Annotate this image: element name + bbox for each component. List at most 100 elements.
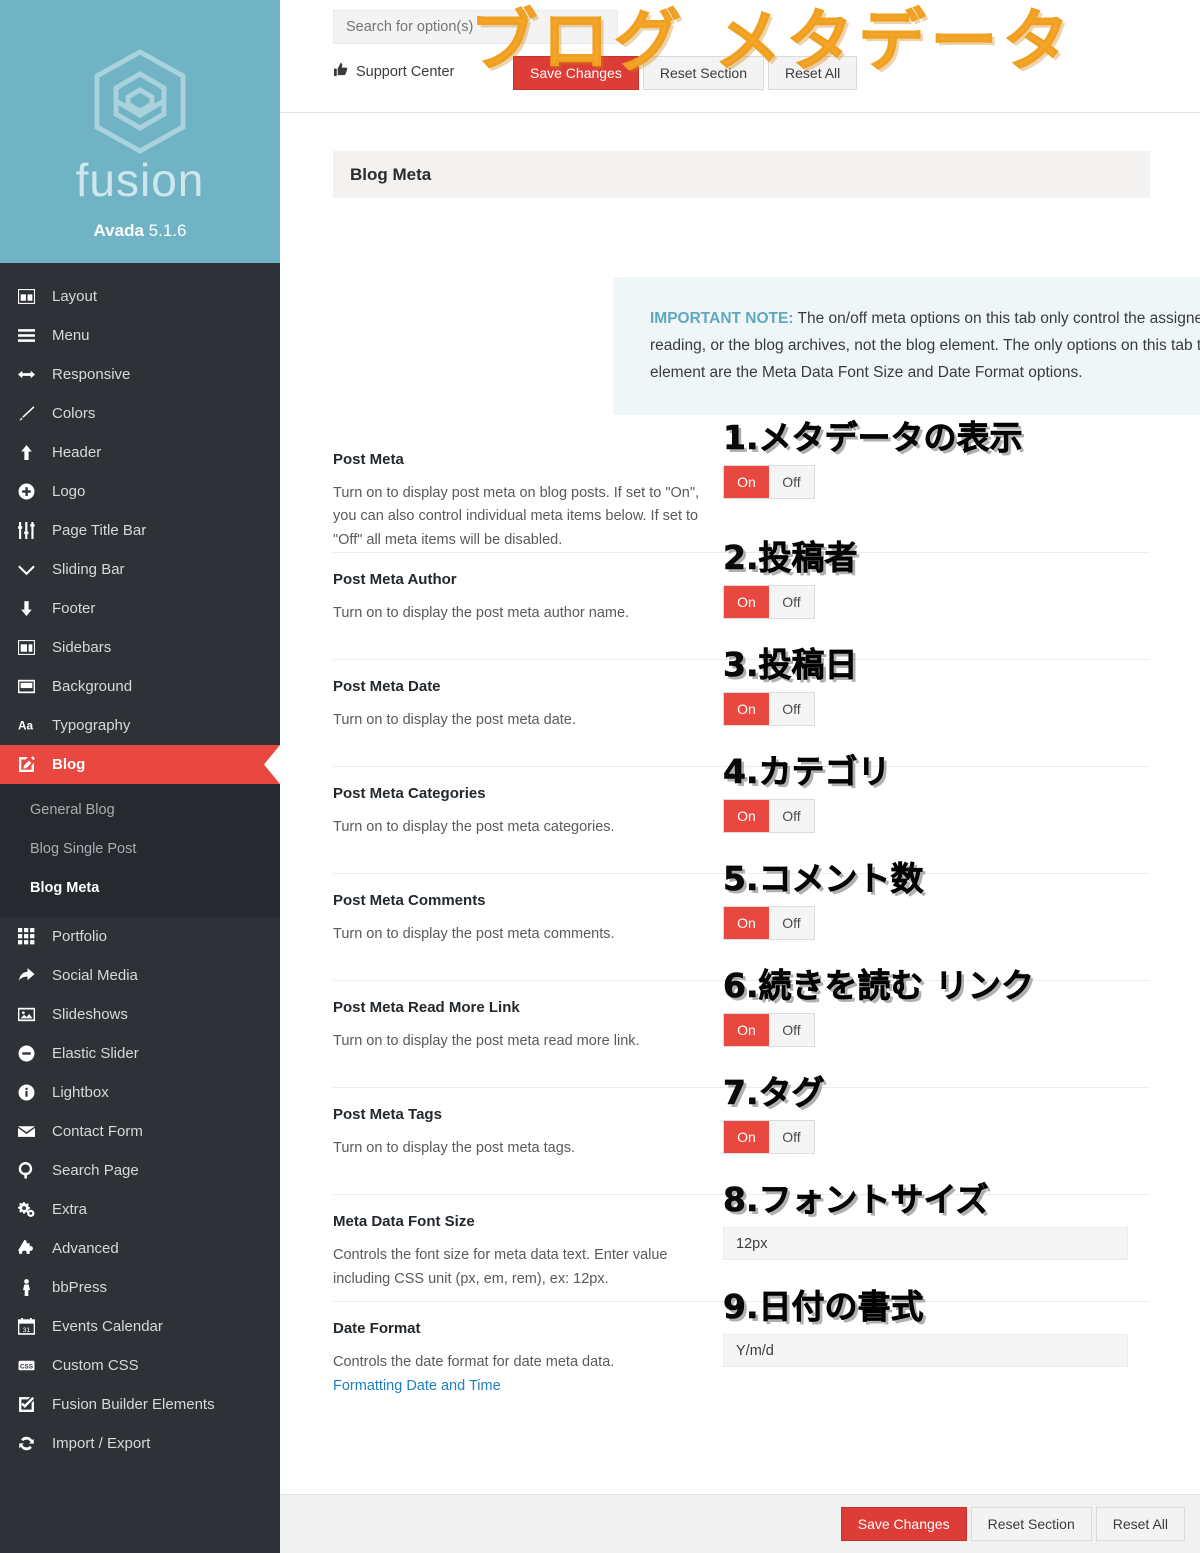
toggle-on-option[interactable]: On <box>724 586 769 619</box>
toggle-on-option[interactable]: On <box>724 1014 769 1047</box>
footer-save-changes-button[interactable]: Save Changes <box>840 1507 967 1541</box>
toggle-on-option[interactable]: On <box>724 693 769 726</box>
sidebar-item-layout[interactable]: Layout <box>0 277 280 316</box>
save-changes-button[interactable]: Save Changes <box>513 56 639 90</box>
sidebar-item-footer[interactable]: Footer <box>0 589 280 628</box>
sidebar-item-sliding-bar[interactable]: Sliding Bar <box>0 550 280 589</box>
option-control-column: 4.カテゴリ On Off <box>723 755 1150 834</box>
on-off-toggle[interactable]: On Off <box>723 1013 815 1048</box>
sidebar-item-slideshows[interactable]: Slideshows <box>0 995 280 1034</box>
person-icon <box>18 1279 48 1296</box>
option-description: Turn on to display post meta on blog pos… <box>333 482 703 552</box>
option-row: Post Meta Date Turn on to display the pos… <box>333 648 1150 766</box>
sidebar-item-custom-css[interactable]: CSS Custom CSS <box>0 1346 280 1385</box>
sidebar-item-events-calendar[interactable]: 31 Events Calendar <box>0 1307 280 1346</box>
sidebar-item-colors[interactable]: Colors <box>0 394 280 433</box>
search-input[interactable] <box>333 10 618 44</box>
sidebar-item-search-page[interactable]: Search Page <box>0 1151 280 1190</box>
sidebar-item-responsive[interactable]: Responsive <box>0 355 280 394</box>
sidebar-item-elastic-slider[interactable]: Elastic Slider <box>0 1034 280 1073</box>
option-row: Post Meta Tags Turn on to display the pos… <box>333 1076 1150 1194</box>
sidebar-item-fusion-builder-elements[interactable]: Fusion Builder Elements <box>0 1385 280 1424</box>
option-control-column: 8.フォントサイズ <box>723 1183 1150 1261</box>
option-description-text: Turn on to display the post meta categor… <box>333 819 615 836</box>
sidebar-item-menu[interactable]: Menu <box>0 316 280 355</box>
toggle-off-option[interactable]: Off <box>769 466 814 498</box>
menu-bars-icon <box>18 327 48 344</box>
sidebar-item-portfolio[interactable]: Portfolio <box>0 917 280 956</box>
sidebar-item-label: Page Title Bar <box>52 522 147 539</box>
support-center-link[interactable]: Support Center <box>333 62 454 81</box>
sidebar-item-extra[interactable]: Extra <box>0 1190 280 1229</box>
toolbar: Support Center Save Changes Reset Sectio… <box>280 0 1200 113</box>
option-row: Date Format Controls the date format for … <box>333 1290 1150 1408</box>
layout-icon <box>18 288 48 305</box>
on-off-toggle[interactable]: On Off <box>723 692 815 727</box>
sidebar-item-typography[interactable]: Aa Typography <box>0 706 280 745</box>
on-off-toggle[interactable]: On Off <box>723 465 815 499</box>
on-off-toggle[interactable]: On Off <box>723 906 815 941</box>
reset-all-button[interactable]: Reset All <box>768 56 858 90</box>
option-title: Post Meta Tags <box>333 1106 442 1124</box>
option-description-text: Turn on to display the post meta author … <box>333 605 630 622</box>
toggle-on-option[interactable]: On <box>724 800 769 833</box>
option-title: Meta Data Font Size <box>333 1213 475 1231</box>
sidebar-item-label: Responsive <box>52 366 131 383</box>
sidebar-item-label: Elastic Slider <box>52 1045 139 1062</box>
option-description-column: Post Meta Turn on to display post meta on… <box>333 451 723 552</box>
toggle-off-option[interactable]: Off <box>769 800 814 833</box>
option-control-column: 9.日付の書式 <box>723 1290 1150 1368</box>
sidebar-item-lightbox[interactable]: Lightbox <box>0 1073 280 1112</box>
reset-section-button[interactable]: Reset Section <box>642 56 765 90</box>
sidebar-item-social-media[interactable]: Social Media <box>0 956 280 995</box>
sidebar-item-label: Search Page <box>52 1162 139 1179</box>
toggle-off-option[interactable]: Off <box>769 1121 814 1154</box>
important-note: IMPORTANT NOTE: The on/off meta options … <box>613 277 1200 415</box>
sidebar-item-sidebars[interactable]: Sidebars <box>0 628 280 667</box>
footer-reset-section-button[interactable]: Reset Section <box>970 1507 1092 1541</box>
sidebar-item-page-title-bar[interactable]: Page Title Bar <box>0 511 280 550</box>
toggle-on-option[interactable]: On <box>724 907 769 940</box>
product-name: Avada <box>93 221 144 240</box>
option-description-text: Turn on to display post meta on blog pos… <box>333 485 700 548</box>
toggle-off-option[interactable]: Off <box>769 693 814 726</box>
sidebar-item-blog[interactable]: Blog <box>0 745 280 784</box>
on-off-toggle[interactable]: On Off <box>723 799 815 834</box>
sidebar-item-contact-form[interactable]: Contact Form <box>0 1112 280 1151</box>
on-off-toggle[interactable]: On Off <box>723 585 815 620</box>
toggle-on-option[interactable]: On <box>724 466 769 498</box>
sidebar-subitem-general-blog[interactable]: General Blog <box>0 790 280 829</box>
toggle-off-option[interactable]: Off <box>769 1014 814 1047</box>
sidebar-item-label: Background <box>52 678 133 695</box>
option-control-column: 2.投稿者 On Off <box>723 541 1150 620</box>
option-text-input[interactable] <box>723 1227 1128 1261</box>
on-off-toggle[interactable]: On Off <box>723 1120 815 1155</box>
brand-version: Avada 5.1.6 <box>94 221 187 241</box>
sidebar-item-header[interactable]: Header <box>0 433 280 472</box>
sidebar-item-label: Advanced <box>52 1240 119 1257</box>
option-description-text: Turn on to display the post meta read mo… <box>333 1033 640 1050</box>
paintbrush-icon <box>18 405 48 422</box>
sidebar-subitem-blog-single-post[interactable]: Blog Single Post <box>0 829 280 868</box>
active-indicator-arrow <box>264 745 280 784</box>
footer-buttons: Save Changes Reset Section Reset All <box>840 1507 1185 1541</box>
sidebar-item-import-export[interactable]: Import / Export <box>0 1424 280 1463</box>
sidebar-subitem-blog-meta[interactable]: Blog Meta <box>0 868 280 907</box>
formatting-date-time-link[interactable]: Formatting Date and Time <box>333 1378 501 1394</box>
arrow-down-icon <box>18 600 48 617</box>
background-icon <box>18 678 48 695</box>
toggle-off-option[interactable]: Off <box>769 907 814 940</box>
sidebar-item-bbpress[interactable]: bbPress <box>0 1268 280 1307</box>
sidebar: fusion Avada 5.1.6 Layout Menu Responsive C… <box>0 0 280 1553</box>
toggle-on-option[interactable]: On <box>724 1121 769 1154</box>
option-description-text: Controls the font size for meta data tex… <box>333 1247 668 1287</box>
minus-circle-icon <box>18 1045 48 1062</box>
sidebar-item-label: Fusion Builder Elements <box>52 1396 215 1413</box>
sidebar-item-logo[interactable]: Logo <box>0 472 280 511</box>
sidebar-item-advanced[interactable]: Advanced <box>0 1229 280 1268</box>
option-text-input[interactable] <box>723 1334 1128 1368</box>
footer-reset-all-button[interactable]: Reset All <box>1095 1507 1185 1541</box>
sidebar-item-background[interactable]: Background <box>0 667 280 706</box>
sidebar-item-label: Logo <box>52 483 86 500</box>
toggle-off-option[interactable]: Off <box>769 586 814 619</box>
